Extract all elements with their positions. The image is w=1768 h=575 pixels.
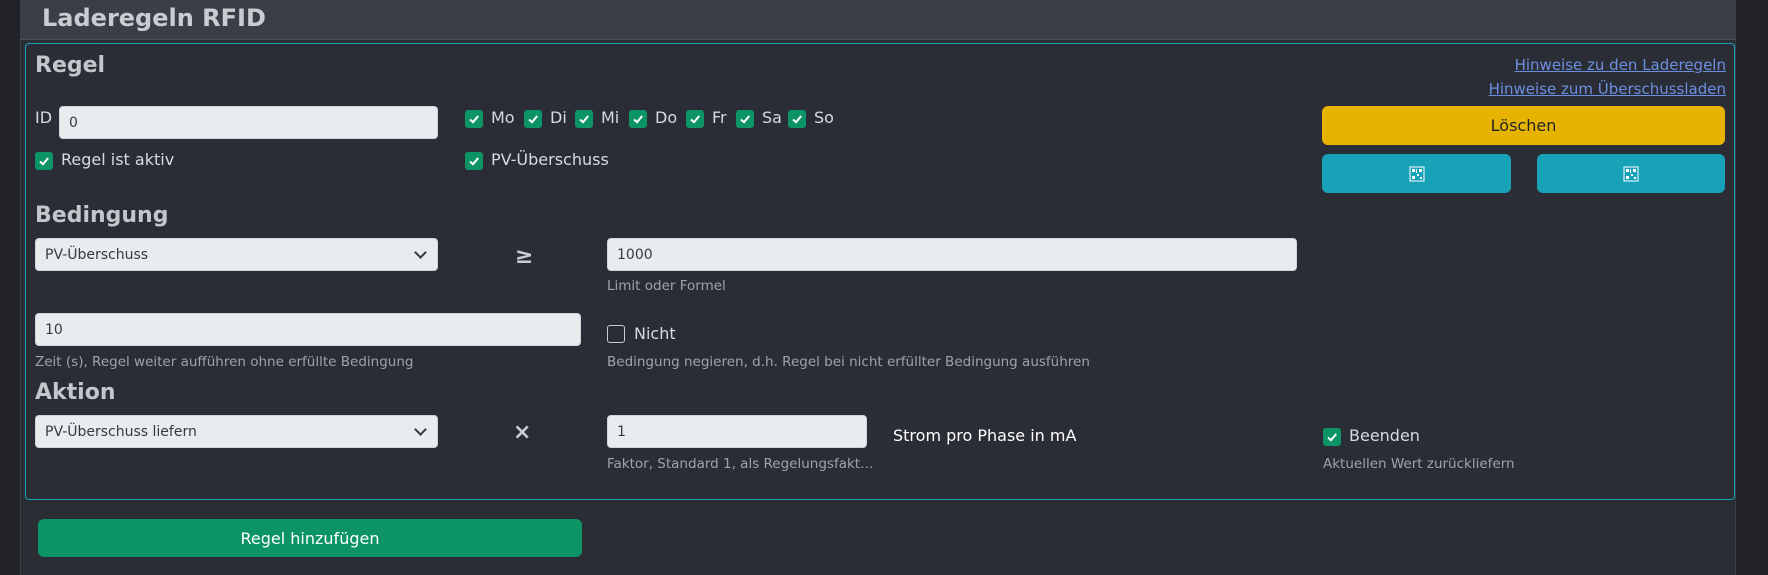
add-rule-button[interactable]: Regel hinzufügen <box>38 519 582 557</box>
id-input[interactable]: 0 <box>59 106 438 139</box>
greater-equal-operator: ≥ <box>515 244 534 269</box>
qr-button-right[interactable] <box>1537 154 1725 193</box>
checkbox-do[interactable] <box>629 110 647 128</box>
check-icon <box>633 115 643 124</box>
rule-heading: Regel <box>35 53 106 78</box>
end-hint: Aktuellen Wert zurückliefern <box>1323 456 1515 472</box>
qr-button-left[interactable] <box>1322 154 1511 193</box>
card-title: Laderegeln RFID <box>42 4 266 32</box>
action-heading: Aktion <box>35 380 116 405</box>
condition-select[interactable]: PV-Überschuss <box>35 238 438 271</box>
hints-rules-link[interactable]: Hinweise zu den Laderegeln <box>1515 56 1726 74</box>
check-icon <box>469 157 479 166</box>
day-label-so: So <box>814 108 834 127</box>
time-value: 10 <box>45 321 63 338</box>
action-select-value: PV-Überschuss liefern <box>45 423 197 440</box>
pv-surplus-checkbox[interactable] <box>465 152 483 170</box>
limit-input[interactable]: 1000 <box>607 238 1297 271</box>
active-checkbox[interactable] <box>35 152 53 170</box>
card-header <box>20 0 1736 40</box>
check-icon <box>740 115 750 124</box>
limit-value: 1000 <box>617 246 653 263</box>
check-icon <box>39 157 49 166</box>
check-icon <box>528 115 538 124</box>
not-hint: Bedingung negieren, d.h. Regel bei nicht… <box>607 354 1090 370</box>
check-icon <box>690 115 700 124</box>
check-icon <box>579 115 589 124</box>
day-label-do: Do <box>655 108 678 127</box>
id-value: 0 <box>69 114 78 131</box>
unit-label: Strom pro Phase in mA <box>893 426 1077 445</box>
checkbox-mo[interactable] <box>465 110 483 128</box>
qr-icon <box>1409 166 1424 181</box>
checkbox-sa[interactable] <box>736 110 754 128</box>
checkbox-fr[interactable] <box>686 110 704 128</box>
checkbox-di[interactable] <box>524 110 542 128</box>
checkbox-mi[interactable] <box>575 110 593 128</box>
limit-hint: Limit oder Formel <box>607 278 726 294</box>
factor-input[interactable]: 1 <box>607 415 867 448</box>
day-label-mi: Mi <box>601 108 620 127</box>
time-input[interactable]: 10 <box>35 313 581 346</box>
hints-surplus-link[interactable]: Hinweise zum Überschussladen <box>1489 80 1726 98</box>
condition-select-value: PV-Überschuss <box>45 246 149 263</box>
action-select[interactable]: PV-Überschuss liefern <box>35 415 438 448</box>
day-label-sa: Sa <box>762 108 782 127</box>
day-label-di: Di <box>550 108 567 127</box>
factor-hint: Faktor, Standard 1, als Regelungsfakt… <box>607 456 874 472</box>
chevron-down-icon <box>414 423 427 436</box>
factor-value: 1 <box>617 423 626 440</box>
end-checkbox[interactable] <box>1323 428 1341 446</box>
qr-icon <box>1623 166 1639 181</box>
condition-heading: Bedingung <box>35 203 169 228</box>
day-label-fr: Fr <box>712 108 727 127</box>
check-icon <box>469 115 479 124</box>
end-label: Beenden <box>1349 426 1420 445</box>
checkbox-so[interactable] <box>788 110 806 128</box>
multiply-operator: × <box>513 420 532 445</box>
chevron-down-icon <box>414 246 427 259</box>
not-label: Nicht <box>634 324 676 343</box>
check-icon <box>792 115 802 124</box>
check-icon <box>1327 433 1337 442</box>
active-label: Regel ist aktiv <box>61 150 175 169</box>
pv-surplus-label: PV-Überschuss <box>491 150 609 169</box>
day-label-mo: Mo <box>491 108 515 127</box>
time-hint: Zeit (s), Regel weiter aufführen ohne er… <box>35 354 414 370</box>
not-checkbox[interactable] <box>607 325 625 343</box>
delete-button[interactable]: Löschen <box>1322 106 1725 145</box>
id-label: ID <box>35 108 53 127</box>
